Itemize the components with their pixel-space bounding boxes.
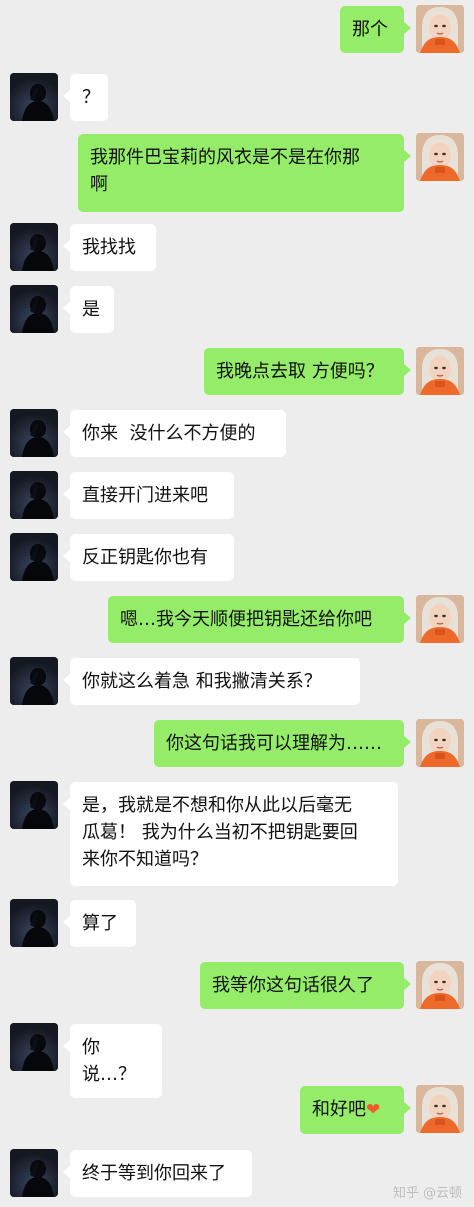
message-text: 你说…？	[82, 1037, 136, 1085]
received-message-bubble[interactable]: 是，我就是不想和你从此以后毫无 瓜葛！ 我为什么当初不把钥匙要回 来你不知道吗？	[63, 782, 398, 886]
my-avatar[interactable]	[416, 595, 464, 643]
watermark: 知乎 @云顿	[392, 1186, 462, 1201]
sent-message-bubble[interactable]: 那个	[340, 6, 411, 53]
received-message-bubble[interactable]: 算了	[63, 900, 136, 947]
sent-message-bubble[interactable]: 我等你这句话很久了	[200, 962, 411, 1009]
sent-message-bubble[interactable]: 你这句话我可以理解为……	[154, 720, 411, 767]
received-message-bubble[interactable]: 你来 没什么不方便的	[63, 410, 286, 457]
received-message-bubble[interactable]: 是	[63, 286, 114, 333]
contact-avatar[interactable]	[10, 533, 58, 581]
received-message-bubble[interactable]: 反正钥匙你也有	[63, 534, 234, 581]
received-message-bubble[interactable]: 你就这么着急 和我撇清关系？	[63, 658, 360, 705]
message-text: 你就这么着急 和我撇清关系？	[82, 671, 322, 692]
sent-message-bubble[interactable]: 我那件巴宝莉的风衣是不是在你那 啊	[78, 134, 411, 212]
sent-message-bubble[interactable]: 和好吧❤	[300, 1086, 411, 1134]
message-text: 我找找	[82, 237, 136, 258]
my-avatar[interactable]	[416, 133, 464, 181]
message-text: 直接开门进来吧	[82, 485, 208, 506]
message-text: 你来 没什么不方便的	[82, 423, 256, 444]
message-text: 我晚点去取 方便吗？	[216, 361, 384, 382]
sent-message-bubble[interactable]: 我晚点去取 方便吗？	[204, 348, 411, 395]
chat-area: 那个 ？ 我那件巴宝莉的风衣是不是在你那 啊我找找是我晚点去取 方便吗？ 你来 没什么…	[0, 0, 474, 1207]
message-text: 算了	[82, 913, 118, 934]
message-text: 和好吧	[312, 1099, 366, 1120]
message-text: 是	[82, 299, 100, 320]
received-message-bubble[interactable]: 我找找	[63, 224, 156, 271]
message-text: 我那件巴宝莉的风衣是不是在你那 啊	[90, 147, 360, 195]
my-avatar[interactable]	[416, 5, 464, 53]
my-avatar[interactable]	[416, 719, 464, 767]
my-avatar[interactable]	[416, 961, 464, 1009]
message-text: 那个	[352, 19, 388, 40]
my-avatar[interactable]	[416, 347, 464, 395]
contact-avatar[interactable]	[10, 409, 58, 457]
received-message-bubble[interactable]: 你说…？	[63, 1024, 162, 1098]
contact-avatar[interactable]	[10, 781, 58, 829]
message-text: ？	[82, 87, 100, 108]
contact-avatar[interactable]	[10, 1023, 58, 1071]
message-text: 是，我就是不想和你从此以后毫无 瓜葛！ 我为什么当初不把钥匙要回 来你不知道吗？	[82, 795, 358, 870]
message-text: 反正钥匙你也有	[82, 547, 208, 568]
contact-avatar[interactable]	[10, 657, 58, 705]
received-message-bubble[interactable]: 终于等到你回来了	[63, 1150, 252, 1197]
contact-avatar[interactable]	[10, 223, 58, 271]
contact-avatar[interactable]	[10, 471, 58, 519]
message-text: 你这句话我可以理解为……	[166, 733, 382, 754]
message-text: 嗯…我今天顺便把钥匙还给你吧	[120, 609, 372, 630]
received-message-bubble[interactable]: ？	[63, 74, 108, 121]
message-text: 终于等到你回来了	[82, 1163, 226, 1184]
message-text: 我等你这句话很久了	[212, 975, 374, 996]
my-avatar[interactable]	[416, 1085, 464, 1133]
received-message-bubble[interactable]: 直接开门进来吧	[63, 472, 234, 519]
contact-avatar[interactable]	[10, 285, 58, 333]
contact-avatar[interactable]	[10, 899, 58, 947]
heart-emoji-icon: ❤	[366, 1100, 381, 1120]
sent-message-bubble[interactable]: 嗯…我今天顺便把钥匙还给你吧	[108, 596, 411, 643]
contact-avatar[interactable]	[10, 73, 58, 121]
contact-avatar[interactable]	[10, 1149, 58, 1197]
